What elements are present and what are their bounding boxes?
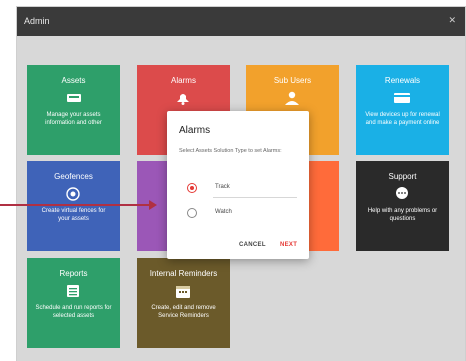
alarms-dialog: Alarms Select Assets Solution Type to se… xyxy=(167,111,309,259)
radio-button[interactable] xyxy=(187,183,197,193)
tile-support[interactable]: Support Help with any problems or questi… xyxy=(356,161,449,251)
tile-title: Renewals xyxy=(384,76,421,85)
tile-assets[interactable]: Assets Manage your assets information an… xyxy=(27,65,120,155)
dialog-title: Alarms xyxy=(179,125,211,136)
radio-option-track[interactable]: Track xyxy=(187,182,297,198)
target-icon xyxy=(27,187,120,201)
tile-description: Create, edit and remove Service Reminder… xyxy=(151,305,216,319)
tile-geofences[interactable]: Geofences Create virtual fences for your… xyxy=(27,161,120,251)
card-icon xyxy=(356,91,449,105)
tile-renewals[interactable]: Renewals View devices up for renewal and… xyxy=(356,65,449,155)
tile-description: Help with any problems or questions xyxy=(367,208,438,222)
chat-icon xyxy=(356,187,449,201)
callout-arrow-icon xyxy=(149,200,157,210)
tile-description: Manage your assets information and other xyxy=(45,112,102,126)
tile-internal-reminders[interactable]: Internal Reminders Create, edit and remo… xyxy=(137,258,230,348)
tile-title: Assets xyxy=(61,76,86,85)
radio-label: Watch xyxy=(215,209,232,215)
user-icon xyxy=(246,91,339,105)
calendar-icon xyxy=(137,284,230,298)
tile-title: Support xyxy=(388,172,417,181)
tile-reports[interactable]: Reports Schedule and run reports for sel… xyxy=(27,258,120,348)
callout-line xyxy=(0,204,150,206)
close-icon[interactable]: ✕ xyxy=(448,15,456,26)
tile-description: Schedule and run reports for selected as… xyxy=(35,305,112,319)
window-title: Admin xyxy=(24,16,50,26)
tile-description: View devices up for renewal and make a p… xyxy=(365,112,440,126)
bell-icon xyxy=(137,91,230,105)
tile-title: Sub Users xyxy=(273,76,312,85)
radio-label: Track xyxy=(215,184,230,190)
tile-title: Internal Reminders xyxy=(149,269,218,278)
dialog-instruction: Select Assets Solution Type to set Alarm… xyxy=(179,148,282,154)
tile-title: Reports xyxy=(59,269,88,278)
report-icon xyxy=(27,284,120,298)
radio-option-watch[interactable]: Watch xyxy=(187,207,297,221)
next-button[interactable]: NEXT xyxy=(280,242,297,248)
divider xyxy=(213,197,297,198)
tile-description: Create virtual fences for your assets xyxy=(41,208,106,222)
radio-button[interactable] xyxy=(187,208,197,218)
title-bar: Admin ✕ xyxy=(17,7,465,36)
cancel-button[interactable]: CANCEL xyxy=(239,242,266,248)
truck-icon xyxy=(27,91,120,105)
tile-title: Alarms xyxy=(171,76,196,85)
tile-title: Geofences xyxy=(54,172,93,181)
